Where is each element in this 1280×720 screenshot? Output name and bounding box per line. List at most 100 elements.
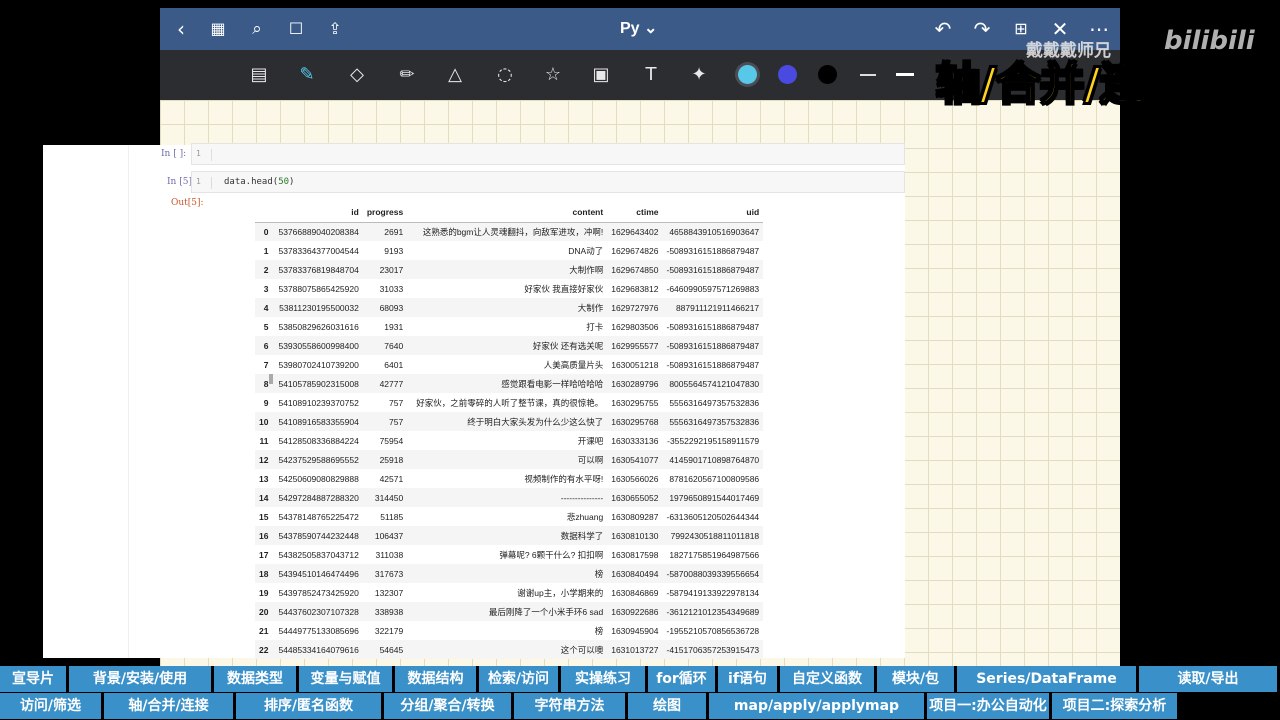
table-cell: 6401 <box>384 359 404 370</box>
chapter-link[interactable]: 数据结构 <box>395 666 476 692</box>
row-index: 21 <box>259 625 269 636</box>
chapter-link[interactable]: 排序/匿名函数 <box>236 693 381 719</box>
eraser-icon[interactable]: ◇ <box>344 62 370 88</box>
chapter-link[interactable]: 访问/筛选 <box>0 693 101 719</box>
search-icon[interactable]: ⌕ <box>244 17 270 41</box>
chapter-link[interactable]: 项目一:办公自动化 <box>927 693 1049 719</box>
chapter-link[interactable]: 分组/聚合/转换 <box>384 693 511 719</box>
table-row: 15 54378148765225472 51185 悲zhuang 163080928… <box>255 507 763 526</box>
share-icon[interactable]: ⇪ <box>322 17 348 41</box>
shapes-icon[interactable]: △ <box>442 62 468 88</box>
table-row: 22 54485334164079616 54645 这个可以噢 1631013727-… <box>255 640 764 659</box>
redo-icon[interactable]: ↷ <box>969 17 995 41</box>
pen-color-blue[interactable] <box>778 65 797 84</box>
table-cell: 1629683812 <box>611 283 659 294</box>
chapter-link[interactable]: map/apply/applymap <box>709 693 924 719</box>
table-cell: 7992430518811011818 <box>670 530 760 541</box>
table-cell: 最后刚降了一个小米手环6 sad <box>488 606 604 617</box>
table-cell: 1630846869 <box>611 587 659 598</box>
table-cell: -3612121012354349689 <box>666 606 760 617</box>
image-icon[interactable]: ▣ <box>588 62 614 88</box>
table-cell: 1630922686 <box>611 606 659 617</box>
table-cell: 23017 <box>379 264 404 275</box>
table-cell: 视频制作的有水平呀! <box>524 473 604 484</box>
table-header: id progress content ctime uid <box>255 203 764 223</box>
undo-icon[interactable]: ↶ <box>930 17 956 41</box>
table-row: 4 53811230195500032 68093 大制作 1629727976 8879… <box>255 298 764 317</box>
table-cell: 53783376819848704 <box>278 264 359 275</box>
chapter-link[interactable]: 变量与赋值 <box>299 666 392 692</box>
table-row: 8 54105785902315008 42777 感觉跟看电影一样哈哈哈哈 16302… <box>255 374 764 393</box>
table-cell: -5089316151886879487 <box>666 264 760 275</box>
column-header: ctime <box>607 203 663 223</box>
chapter-link[interactable]: 读取/导出 <box>1139 666 1277 692</box>
table-cell: 54378590744232448 <box>278 530 359 541</box>
table-cell: 51185 <box>380 511 404 522</box>
table-cell: 887911121911466217 <box>675 302 760 313</box>
table-cell: 757 <box>389 416 404 427</box>
chapter-link[interactable]: Series/DataFrame <box>957 666 1136 692</box>
stroke-thick[interactable] <box>896 73 914 76</box>
grid-icon[interactable]: ▦ <box>205 17 231 41</box>
chapter-link[interactable]: 实操练习 <box>561 666 645 692</box>
sidebar-icon[interactable]: ▤ <box>246 62 272 88</box>
row-index: 7 <box>263 359 269 370</box>
chapter-link[interactable]: 背景/安装/使用 <box>69 666 211 692</box>
table-cell: -5879419133922978134 <box>666 587 760 598</box>
document-title[interactable]: Py ⌄ <box>620 18 657 38</box>
code-cell[interactable]: 1 data.head(50) <box>191 171 905 193</box>
table-cell: 1630809287 <box>611 511 659 522</box>
table-cell: DNA动了 <box>568 245 604 256</box>
highlighter-icon[interactable]: ✏ <box>394 62 420 88</box>
chapter-link[interactable]: 字符串方法 <box>514 693 625 719</box>
empty-code-cell[interactable]: 1 <box>191 143 905 165</box>
pen-icon[interactable]: ✎ <box>294 62 320 88</box>
table-cell: 好家伙 我直接好家伙 <box>524 283 604 294</box>
table-cell: -6460990597571269883 <box>666 283 760 294</box>
stroke-thin[interactable] <box>860 74 876 76</box>
table-cell: 开课吧 <box>577 435 604 446</box>
text-icon[interactable]: T <box>638 62 664 88</box>
table-cell: 1630655052 <box>611 492 659 503</box>
chapter-link[interactable]: 轴/合并/连接 <box>104 693 233 719</box>
lasso-icon[interactable]: ◌ <box>492 62 518 88</box>
table-cell: 这熟悉的bgm让人灵魂翻抖，向敌军进攻，冲啊! <box>422 226 604 237</box>
bookmark-icon[interactable]: ☐ <box>283 17 309 41</box>
row-index: 9 <box>263 397 269 408</box>
chapter-link[interactable]: 绘图 <box>628 693 706 719</box>
chapter-link[interactable]: 检索/访问 <box>479 666 558 692</box>
cell1-prompt: In [ ]: <box>161 149 187 159</box>
table-cell: 4145901710898764870 <box>669 454 760 465</box>
chapter-title-banner: 轴/合并/连接 <box>935 58 1189 111</box>
laser-icon[interactable]: ✦ <box>686 62 712 88</box>
chapter-link[interactable]: if语句 <box>718 666 777 692</box>
back-icon[interactable]: ‹ <box>168 17 194 41</box>
pen-color-cyan[interactable] <box>738 65 757 84</box>
chapter-link[interactable]: for循环 <box>648 666 715 692</box>
jupyter-notebook-screenshot: In [ ]: 1 In [5]: 1 data.head(50) Out[5]… <box>43 143 905 659</box>
table-cell: 2691 <box>384 226 404 237</box>
column-header: id <box>274 203 363 223</box>
chapter-link[interactable]: 项目二:探索分析 <box>1052 693 1177 719</box>
table-cell: 1630541077 <box>611 454 659 465</box>
table-cell: 53766889040208384 <box>278 226 359 237</box>
chapter-link[interactable]: 自定义函数 <box>780 666 874 692</box>
row-index: 3 <box>263 283 269 294</box>
chapter-link[interactable]: 数据类型 <box>214 666 296 692</box>
table-cell: 53980702410739200 <box>278 359 359 370</box>
table-cell: -1955210570856536728 <box>666 625 760 636</box>
chapter-link[interactable]: 模块/包 <box>877 666 954 692</box>
table-cell: 8781620567100809586 <box>669 473 760 484</box>
table-row: 12 54237529588695552 25918 可以啊 1630541077 414… <box>255 450 764 469</box>
sticker-icon[interactable]: ☆ <box>540 62 566 88</box>
line-number: 1 <box>196 177 212 189</box>
table-cell: 132307 <box>374 587 404 598</box>
chapter-link[interactable]: 宣导片 <box>0 666 66 692</box>
table-cell: 1630945904 <box>611 625 659 636</box>
table-cell: 54105785902315008 <box>278 378 359 389</box>
scroll-handle[interactable] <box>269 374 273 384</box>
table-cell: 1630817598 <box>611 549 659 560</box>
table-cell: 1631013727 <box>611 644 659 655</box>
pen-color-black[interactable] <box>818 65 837 84</box>
table-cell: 54382505837043712 <box>278 549 359 560</box>
